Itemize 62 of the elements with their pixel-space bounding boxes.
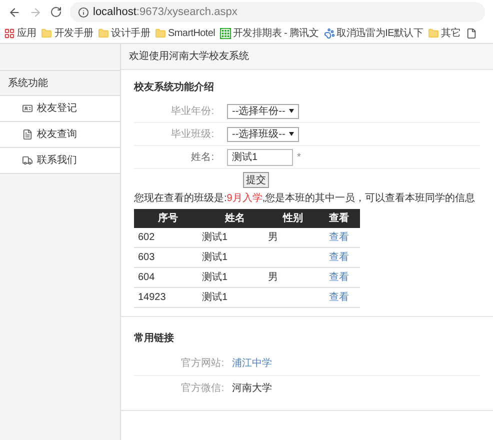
document-icon (22, 129, 33, 140)
field-label: 毕业年份: (170, 104, 215, 118)
section-title: 校友系统功能介绍 (134, 80, 215, 95)
caret-icon (289, 109, 294, 113)
folder-icon (428, 28, 440, 39)
field-label: 官方微信: (180, 382, 225, 396)
table-cell-text: 602 (137, 231, 156, 245)
wechat-value: 河南大学 (232, 382, 272, 396)
bookmark[interactable]: SmartHotel (155, 26, 216, 41)
table-cell-text: 测试1 (202, 290, 229, 305)
reload-icon[interactable] (50, 6, 62, 18)
sidebar-item[interactable]: 校友查询 (0, 122, 120, 148)
table-cell-text: 603 (137, 251, 156, 265)
sheet-icon (220, 28, 232, 39)
bookmark[interactable]: 其它 (428, 26, 460, 41)
caret-icon (289, 132, 294, 136)
column-header: 姓名 (224, 212, 246, 226)
table-cell-text: 测试1 (202, 250, 229, 265)
field-label: 毕业班级: (170, 128, 215, 142)
folder-icon (155, 28, 166, 39)
website-link[interactable]: 浦江中学 (232, 356, 272, 371)
folder-icon (41, 28, 52, 39)
required-mark: * (297, 150, 301, 164)
column-header: 性别 (282, 212, 304, 226)
bookmark[interactable]: 应用 (4, 26, 36, 41)
table-cell-text: 604 (137, 271, 156, 285)
column-header: 序号 (157, 211, 179, 226)
notice-text: 您现在查看的班级是:9月入学,您是本班的其中一员，可以查看本班同学的信息 (134, 192, 476, 206)
view-link[interactable]: 查看 (329, 232, 349, 243)
table-cell-text: 测试1 (202, 230, 229, 245)
folder-icon (98, 28, 110, 39)
view-link[interactable]: 查看 (329, 252, 349, 263)
bookmark[interactable]: 开发排期表 - 腾讯文 (220, 26, 319, 41)
address-bar[interactable]: localhost:9673/xysearch.aspx (70, 2, 485, 22)
view-link[interactable]: 查看 (329, 272, 349, 283)
submit-button[interactable]: 提交 (243, 172, 269, 188)
year-dropdown[interactable]: --选择年份-- (227, 104, 300, 118)
section-title: 常用链接 (134, 332, 175, 346)
info-icon (78, 6, 89, 18)
column-header: 查看 (328, 212, 350, 226)
table-cell-text: 测试1 (202, 270, 229, 285)
sidebar-item[interactable]: 联系我们 (0, 148, 120, 174)
table-cell-text: 男 (268, 271, 279, 285)
url-text: localhost:9673/xysearch.aspx (93, 4, 238, 20)
bookmark[interactable]: 开发手册 (41, 26, 94, 41)
view-link[interactable]: 查看 (329, 292, 349, 303)
table-cell-text: 男 (268, 231, 279, 245)
truck-icon (22, 155, 33, 166)
back-icon[interactable] (8, 6, 21, 18)
name-field[interactable]: 测试1 (227, 148, 293, 166)
table-cell-text: 14923 (137, 291, 167, 305)
field-label: 官方网站: (180, 356, 225, 371)
card-icon (22, 103, 33, 114)
sidebar-item[interactable]: 校友登记 (0, 96, 120, 122)
header-bar: 欢迎使用河南大学校友系统 (121, 44, 493, 70)
field-label: 姓名: (190, 150, 215, 164)
bookmark[interactable]: 取消迅雷为IE默认下 (324, 26, 424, 41)
page-icon[interactable] (466, 28, 476, 39)
class-dropdown[interactable]: --选择班级-- (227, 126, 300, 142)
bookmark[interactable]: 设计手册 (98, 26, 150, 41)
paw-icon (324, 28, 335, 39)
apps-grid-icon (4, 28, 15, 39)
